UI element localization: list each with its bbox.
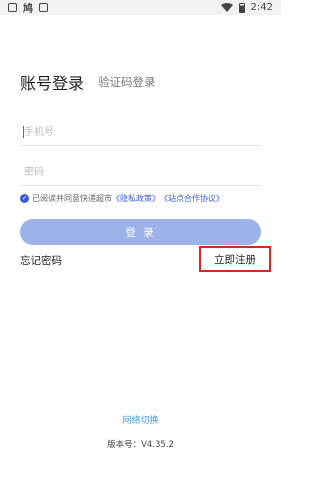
login-button[interactable]: 登 录	[20, 219, 261, 245]
agreement-text: 已阅读并同意快递超市	[32, 194, 112, 203]
register-now-button[interactable]: 立即注册	[199, 246, 271, 272]
version-label: 版本号：	[107, 440, 142, 450]
battery-icon	[238, 2, 245, 13]
text-cursor	[23, 126, 24, 138]
tab-account-login[interactable]: 账号登录	[20, 70, 84, 94]
password-field[interactable]	[20, 159, 261, 186]
phone-input[interactable]	[20, 119, 261, 145]
agreement-checkbox[interactable]: ✓	[20, 194, 29, 203]
version-info: 版本号：V4.35.2	[0, 438, 281, 450]
notification-square-icon	[39, 3, 48, 12]
phone-field[interactable]	[20, 119, 261, 146]
network-switch-link[interactable]: 网络切换	[0, 413, 281, 426]
forgot-password-link[interactable]: 忘记密码	[20, 253, 62, 268]
register-now-label: 立即注册	[214, 253, 256, 266]
notification-square-icon	[8, 3, 17, 12]
privacy-policy-link[interactable]: 《隐私政策》	[112, 193, 160, 204]
status-app-label: 鸠	[23, 4, 33, 15]
status-bar: 鸠 2:42	[0, 0, 281, 15]
status-time: 2:42	[250, 2, 273, 13]
agreement-row: ✓ 已阅读并同意快递超市 《隐私政策》 《站点合作协议》	[20, 193, 224, 204]
site-agreement-link[interactable]: 《站点合作协议》	[160, 193, 224, 204]
tab-code-login[interactable]: 验证码登录	[98, 74, 156, 90]
version-value: V4.35.2	[141, 440, 174, 450]
wifi-icon	[220, 3, 233, 12]
password-input[interactable]	[20, 159, 261, 185]
